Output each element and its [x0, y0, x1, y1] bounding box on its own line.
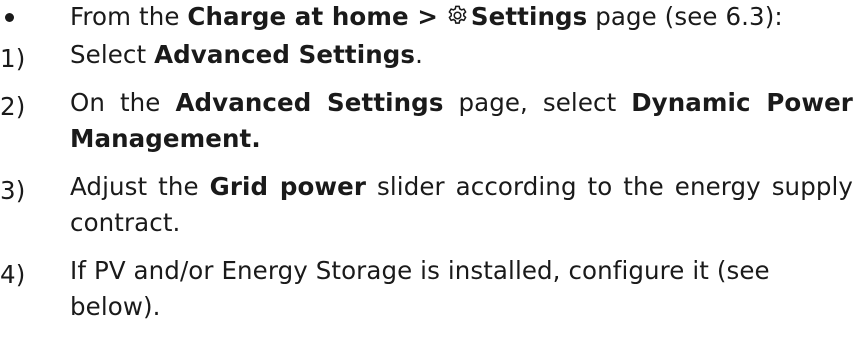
grid-power-label: Grid power — [209, 172, 367, 201]
advanced-settings-label: Advanced Settings — [154, 40, 416, 69]
step-text: On the Advanced Settings page, select Dy… — [70, 85, 853, 157]
step-middle: page, select — [458, 88, 617, 117]
settings-gear-icon — [446, 1, 469, 24]
step-prefix: On the — [70, 88, 161, 117]
step-number: 3) — [0, 176, 26, 205]
step-punctuation: . — [415, 40, 423, 69]
settings-label: Settings — [470, 2, 588, 31]
step-number: 2) — [0, 92, 26, 121]
step-text: Select Advanced Settings. — [70, 37, 853, 73]
charge-at-home-label: Charge at home > — [187, 2, 438, 31]
step-text: Adjust the Grid power slider according t… — [70, 169, 853, 241]
intro-text: From the Charge at home > Settings page … — [70, 0, 853, 35]
step-verb: Select — [70, 40, 147, 69]
advanced-settings-page-label: Advanced Settings — [175, 88, 444, 117]
step-number: 4) — [0, 260, 26, 289]
instruction-list: From the Charge at home > Settings page … — [0, 0, 861, 340]
step-prefix: Adjust the — [70, 172, 199, 201]
bullet-point — [5, 13, 14, 22]
intro-page-ref: page (see 6.3): — [595, 2, 783, 31]
intro-from: From the — [70, 2, 180, 31]
step-number: 1) — [0, 44, 26, 73]
step-text: If PV and/or Energy Storage is installed… — [70, 256, 770, 321]
